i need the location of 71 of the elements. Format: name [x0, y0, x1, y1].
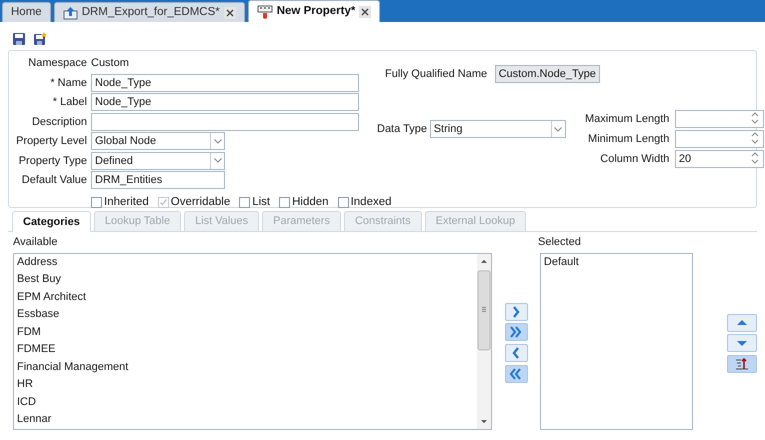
close-icon[interactable] [359, 6, 372, 18]
input-field[interactable] [91, 112, 359, 130]
input-field: Custom.Node_Type [494, 65, 600, 83]
double-chevron-right-icon [509, 325, 524, 340]
sort-icon [735, 358, 749, 370]
list-label: Available [13, 235, 58, 250]
field-label: Namespace [27, 56, 87, 71]
double-chevron-left-icon [509, 366, 524, 381]
check-icon [158, 198, 168, 207]
checkbox[interactable]: List [239, 194, 270, 211]
list-item[interactable]: Financial Management [14, 358, 477, 376]
field-label: Maximum Length [585, 112, 670, 127]
tab[interactable]: Categories [12, 211, 91, 232]
scrollbar[interactable] [476, 254, 491, 428]
tab[interactable]: Home [2, 2, 51, 22]
spinner-field[interactable]: 20 [674, 150, 764, 168]
field-label: Property Type [18, 154, 87, 168]
field-label: Description [30, 114, 87, 130]
save-new-icon[interactable] [33, 32, 48, 46]
checkbox[interactable]: Indexed [338, 194, 392, 211]
field-label: Column Width [600, 152, 670, 167]
chevron-right-icon [512, 304, 520, 318]
caret-icon [550, 121, 565, 137]
triangle-up-icon [737, 320, 747, 325]
list-label: Selected [538, 235, 581, 250]
field-label: Property Level [15, 134, 87, 149]
checkbox[interactable]: Inherited [91, 194, 149, 211]
list-item[interactable]: Essbase [14, 306, 477, 324]
input-field[interactable]: Node_Type [91, 74, 359, 92]
input-field[interactable]: Node_Type [91, 93, 359, 111]
field-label: Data Type [377, 122, 427, 137]
dropdown[interactable]: String [430, 120, 566, 138]
save-icon[interactable] [12, 32, 26, 46]
dropdown[interactable]: Global Node [91, 132, 225, 150]
upload-icon [62, 6, 78, 20]
list-item[interactable]: ICD [14, 394, 477, 411]
field-label: * Name [49, 76, 87, 90]
order-button[interactable] [727, 355, 757, 373]
close-icon[interactable] [224, 6, 236, 18]
input-field[interactable]: DRM_Entities [91, 171, 225, 189]
dropdown[interactable]: Defined [91, 152, 225, 170]
move-button[interactable] [504, 344, 528, 362]
move-button[interactable] [504, 323, 528, 342]
move-button[interactable] [504, 302, 528, 320]
checkbox: Overridable [158, 194, 230, 211]
order-button[interactable] [727, 314, 757, 332]
field-label: Default Value [20, 173, 87, 188]
list-item[interactable]: Best Buy [14, 271, 477, 288]
list-item[interactable]: FDM [14, 324, 477, 341]
move-button[interactable] [504, 364, 528, 383]
order-button[interactable] [727, 334, 757, 352]
checkbox[interactable]: Hidden [279, 194, 329, 211]
list-item[interactable]: HR [14, 376, 477, 394]
field-label: Minimum Length [588, 132, 670, 147]
chevron-left-icon [512, 346, 520, 360]
tab[interactable]: New Property* [248, 0, 380, 22]
field-label: * Label [52, 95, 87, 110]
field-value: Custom [91, 56, 130, 71]
triangle-down-icon [737, 340, 747, 346]
list-item[interactable]: Address [14, 254, 477, 271]
spinner-field[interactable] [674, 130, 764, 148]
list-item[interactable]: FDMEE [14, 341, 477, 358]
tab[interactable]: DRM_Export_for_EDMCS* [54, 2, 245, 22]
list-item[interactable]: EPM Architect [14, 288, 477, 306]
spinner-field[interactable] [674, 110, 764, 128]
field-label: Fully Qualified Name [385, 67, 488, 82]
list-item[interactable]: Lennar [14, 411, 477, 428]
property-icon [256, 4, 273, 18]
caret-icon [210, 133, 224, 149]
list-item[interactable]: Default [540, 254, 692, 271]
caret-icon [210, 152, 224, 168]
